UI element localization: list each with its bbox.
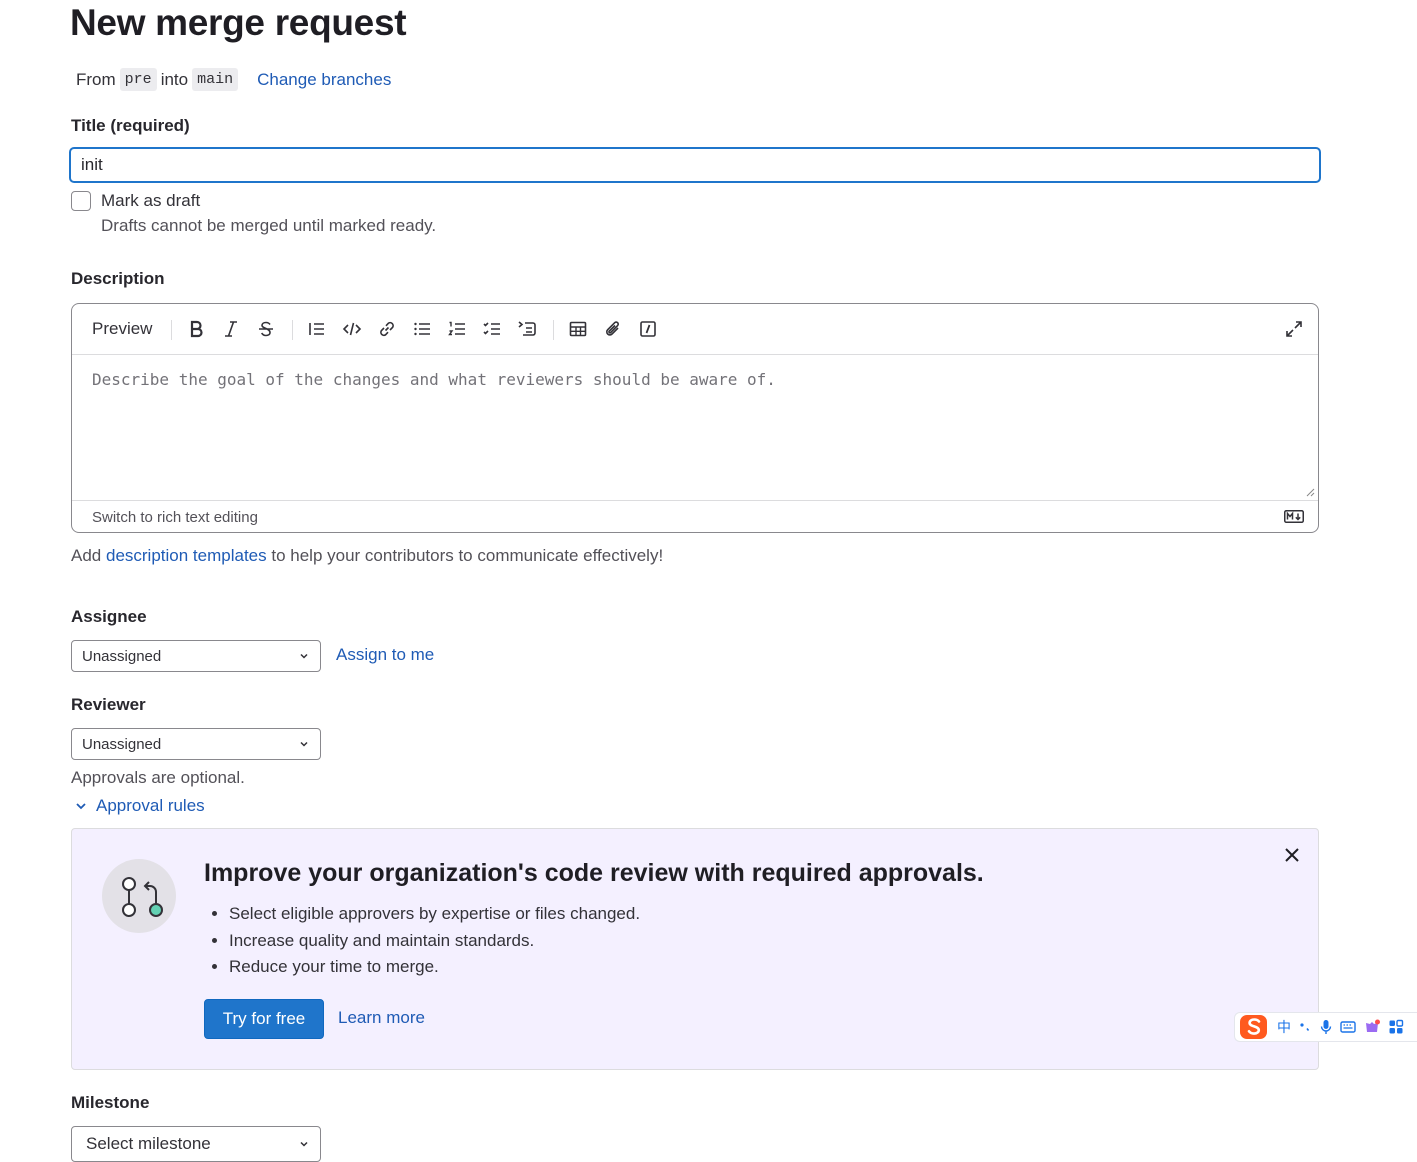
- resize-handle-icon[interactable]: [1305, 487, 1315, 497]
- page-title: New merge request: [70, 2, 407, 43]
- promo-bullet-list: Select eligible approvers by expertise o…: [204, 901, 640, 981]
- reviewer-value: Unassigned: [82, 735, 162, 753]
- skin-icon[interactable]: [1363, 1019, 1381, 1035]
- bold-icon[interactable]: [184, 317, 208, 341]
- italic-icon[interactable]: [219, 317, 243, 341]
- strikethrough-icon[interactable]: [254, 317, 278, 341]
- promo-title: Improve your organization's code review …: [204, 859, 984, 887]
- promo-bullet: Select eligible approvers by expertise o…: [229, 901, 640, 928]
- target-branch: main: [192, 68, 239, 91]
- toolbar-divider: [171, 320, 172, 340]
- description-textarea[interactable]: [72, 356, 1318, 500]
- quote-icon[interactable]: [305, 317, 329, 341]
- merge-request-illustration-icon: [102, 859, 176, 933]
- templates-hint: Add description templates to help your c…: [71, 546, 663, 566]
- attach-file-icon[interactable]: [601, 317, 625, 341]
- draft-label[interactable]: Mark as draft: [101, 191, 200, 211]
- title-input[interactable]: [70, 148, 1320, 182]
- reviewer-dropdown[interactable]: Unassigned: [71, 728, 321, 760]
- source-branch: pre: [119, 68, 157, 91]
- link-icon[interactable]: [375, 317, 399, 341]
- approvals-promo-banner: Improve your organization's code review …: [71, 828, 1319, 1070]
- punctuation-icon[interactable]: [1298, 1020, 1312, 1034]
- chevron-down-icon: [300, 653, 308, 659]
- apps-grid-icon[interactable]: [1388, 1019, 1404, 1035]
- quick-actions-icon[interactable]: [636, 317, 660, 341]
- branch-info: From pre into main Change branches: [76, 68, 391, 91]
- approvals-optional-text: Approvals are optional.: [71, 768, 245, 787]
- approval-rules-label: Approval rules: [96, 796, 205, 815]
- bullet-list-icon[interactable]: [410, 317, 434, 341]
- title-label: Title (required): [71, 116, 190, 135]
- code-icon[interactable]: [340, 317, 364, 341]
- task-list-icon[interactable]: [480, 317, 504, 341]
- templates-prefix: Add: [71, 546, 102, 565]
- try-for-free-button[interactable]: Try for free: [204, 999, 324, 1039]
- draft-help-text: Drafts cannot be merged until marked rea…: [101, 216, 437, 235]
- chevron-down-icon: [300, 741, 308, 747]
- markdown-icon: [1284, 510, 1304, 523]
- assign-to-me-link[interactable]: Assign to me: [336, 645, 434, 665]
- ime-mode-indicator[interactable]: 中: [1277, 1017, 1291, 1037]
- toolbar-divider: [553, 320, 554, 340]
- promo-bullet: Reduce your time to merge.: [229, 954, 640, 981]
- assignee-label: Assignee: [71, 607, 147, 626]
- preview-tab[interactable]: Preview: [92, 319, 152, 339]
- keyboard-icon[interactable]: [1340, 1020, 1356, 1034]
- description-label: Description: [71, 269, 165, 288]
- milestone-value: Select milestone: [86, 1134, 211, 1153]
- sogou-logo-icon[interactable]: [1238, 1012, 1270, 1042]
- chevron-down-icon: [300, 1141, 308, 1147]
- assignee-dropdown[interactable]: Unassigned: [71, 640, 321, 672]
- switch-rich-text-button[interactable]: Switch to rich text editing: [92, 509, 258, 526]
- chevron-down-icon: [76, 803, 86, 810]
- ime-toolbar: 中: [1234, 1012, 1417, 1042]
- draft-checkbox[interactable]: [71, 191, 91, 211]
- description-editor: Preview Describe the goal of the changes…: [71, 303, 1319, 533]
- toolbar-divider: [292, 320, 293, 340]
- reviewer-label: Reviewer: [71, 695, 146, 714]
- collapsible-section-icon[interactable]: [515, 317, 539, 341]
- from-label: From: [76, 69, 116, 89]
- close-icon[interactable]: [1282, 845, 1302, 865]
- templates-suffix: to help your contributors to communicate…: [271, 546, 664, 565]
- numbered-list-icon[interactable]: [445, 317, 469, 341]
- fullscreen-icon[interactable]: [1282, 317, 1306, 341]
- description-templates-link[interactable]: description templates: [106, 546, 267, 565]
- approval-rules-toggle[interactable]: Approval rules: [74, 796, 205, 816]
- into-label: into: [160, 69, 189, 89]
- assignee-value: Unassigned: [82, 647, 162, 665]
- microphone-icon[interactable]: [1319, 1019, 1333, 1035]
- promo-bullet: Increase quality and maintain standards.: [229, 928, 640, 955]
- milestone-label: Milestone: [71, 1093, 150, 1112]
- editor-footer: Switch to rich text editing: [72, 500, 1318, 533]
- change-branches-link[interactable]: Change branches: [257, 70, 391, 90]
- editor-toolbar: Preview: [72, 304, 1318, 355]
- learn-more-link[interactable]: Learn more: [338, 1008, 425, 1028]
- table-icon[interactable]: [566, 317, 590, 341]
